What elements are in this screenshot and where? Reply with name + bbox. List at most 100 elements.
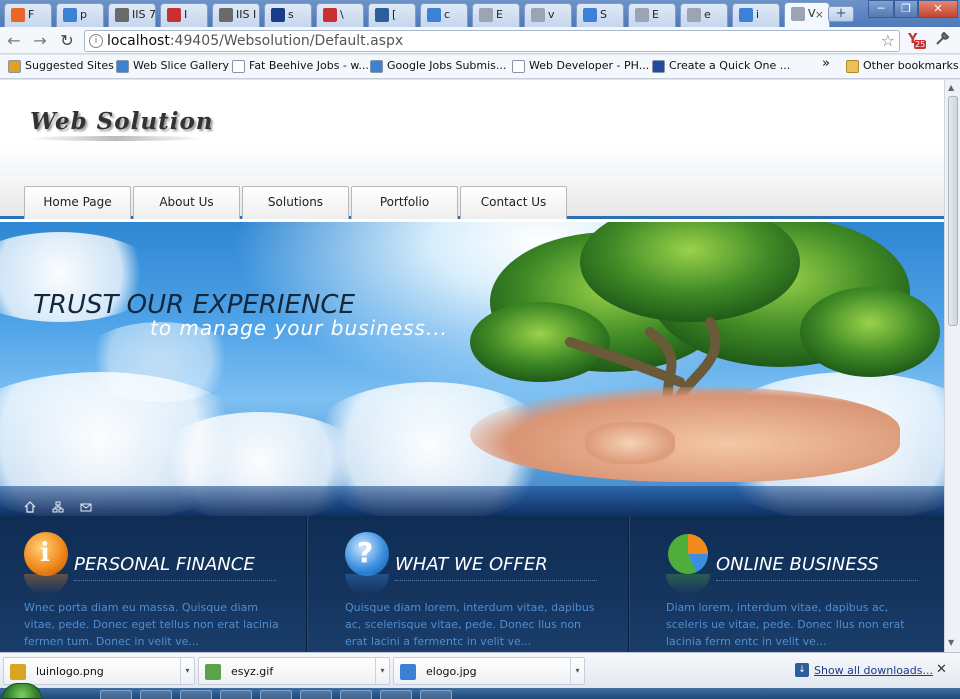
scroll-up-arrow[interactable]: ▲	[948, 83, 954, 92]
bookmark-item[interactable]: Web Developer - PH...	[512, 59, 649, 73]
download-item[interactable]: luinlogo.png ▾	[3, 657, 195, 685]
taskbar-button[interactable]	[140, 690, 172, 699]
close-window-button[interactable]: ✕	[918, 0, 958, 18]
taskbar-button[interactable]	[380, 690, 412, 699]
scroll-down-arrow[interactable]: ▼	[948, 638, 954, 647]
google-icon	[63, 8, 77, 22]
site-logo[interactable]: Web Solution	[30, 108, 214, 135]
browser-tab[interactable]: F	[4, 3, 52, 27]
tab-strip: Fp IIS 7 I IIS I s \ [c Ev S Ee i V × + ─ ❐ ✕	[0, 0, 960, 28]
bookmarks-bar: Suggested Sites Web Slice Gallery Fat Beeh…	[0, 55, 960, 79]
taskbar-button[interactable]	[180, 690, 212, 699]
tab-label: i	[756, 8, 760, 21]
plus-icon	[652, 59, 665, 73]
browser-window: Fp IIS 7 I IIS I s \ [c Ev S Ee i V × + ─ ❐ ✕ ← → ↻ …	[0, 0, 960, 699]
show-all-downloads-link[interactable]: Show all downloads...	[814, 664, 933, 677]
browser-tab[interactable]: v	[524, 3, 572, 27]
menu-about[interactable]: About Us	[133, 186, 240, 219]
bookmarks-overflow-button[interactable]: »	[822, 56, 830, 71]
browser-tab[interactable]: \	[316, 3, 364, 27]
download-menu-arrow[interactable]: ▾	[375, 658, 389, 684]
question-icon: ?	[345, 532, 389, 576]
page-info-icon[interactable]: i	[89, 34, 103, 48]
download-menu-arrow[interactable]: ▾	[180, 658, 194, 684]
main-menu: Home Page About Us Solutions Portfolio C…	[0, 176, 944, 219]
browser-tab[interactable]: e	[680, 3, 728, 27]
forward-button[interactable]: →	[30, 31, 50, 51]
browser-tab[interactable]: p	[56, 3, 104, 27]
tab-label: c	[444, 8, 451, 21]
image-file-icon	[10, 664, 26, 680]
page-viewport[interactable]: Web Solution Home Page About Us Solution…	[0, 80, 944, 652]
feature-title: WHAT WE OFFER	[395, 554, 548, 575]
address-bar[interactable]: i localhost:49405/Websolution/Default.as…	[84, 30, 900, 52]
book-icon	[167, 8, 181, 22]
pie-chart-icon	[666, 532, 710, 576]
taskbar-button[interactable]	[220, 690, 252, 699]
scroll-thumb[interactable]	[948, 96, 958, 326]
page-icon	[531, 8, 545, 22]
menu-home[interactable]: Home Page	[24, 186, 131, 219]
bookmark-item[interactable]: Fat Beehive Jobs - w...	[232, 59, 369, 73]
bookmark-star-icon[interactable]: ☆	[881, 31, 895, 51]
bookmark-item[interactable]: Create a Quick One ...	[652, 59, 790, 73]
menu-portfolio[interactable]: Portfolio	[351, 186, 458, 219]
close-tab-icon[interactable]: ×	[815, 8, 824, 21]
browser-tab[interactable]: E	[628, 3, 676, 27]
feature-text: Quisque diam lorem, interdum vitae, dapi…	[345, 601, 595, 648]
new-tab-button[interactable]: +	[828, 6, 854, 22]
browser-tab[interactable]: I	[160, 3, 208, 27]
back-button[interactable]: ←	[4, 31, 24, 51]
close-shelf-button[interactable]: ✕	[936, 662, 947, 677]
download-menu-arrow[interactable]: ▾	[570, 658, 584, 684]
feature-text: Wnec porta diam eu massa. Quisque diam v…	[24, 601, 279, 648]
taskbar-button[interactable]	[420, 690, 452, 699]
home-icon[interactable]	[24, 501, 36, 513]
hero-icon-strip	[0, 486, 944, 516]
browser-tab[interactable]: IIS 7	[108, 3, 156, 27]
taskbar-button[interactable]	[100, 690, 132, 699]
reload-button[interactable]: ↻	[57, 31, 77, 51]
menu-solutions[interactable]: Solutions	[242, 186, 349, 219]
taskbar-button[interactable]	[260, 690, 292, 699]
bookmark-label: Google Jobs Submis...	[387, 59, 507, 72]
feature-online-business: ONLINE BUSINESS Diam lorem, interdum vit…	[642, 516, 944, 652]
taskbar-button[interactable]	[300, 690, 332, 699]
logo-shadow	[26, 136, 206, 141]
browser-tab[interactable]: i	[732, 3, 780, 27]
sitemap-icon[interactable]	[52, 501, 64, 513]
tab-label: p	[80, 8, 87, 21]
minimize-button[interactable]: ─	[868, 0, 894, 18]
tree-illustration	[470, 222, 940, 412]
taskbar-button[interactable]	[340, 690, 372, 699]
browser-tab[interactable]: E	[472, 3, 520, 27]
menu-contact[interactable]: Contact Us	[460, 186, 567, 219]
browser-tab[interactable]: c	[420, 3, 468, 27]
icon-reflection	[666, 574, 710, 594]
google-icon	[427, 8, 441, 22]
download-item[interactable]: esyz.gif ▾	[198, 657, 390, 685]
icon-reflection	[24, 574, 68, 594]
download-shelf: luinlogo.png ▾ esyz.gif ▾ elogo.jpg ▾ ↓ …	[0, 652, 960, 688]
browser-tab[interactable]: [	[368, 3, 416, 27]
bookmark-item[interactable]: Google Jobs Submis...	[370, 59, 506, 73]
extension-button[interactable]: Y 25	[906, 32, 927, 50]
tab-label: I	[184, 8, 188, 21]
browser-tab[interactable]: S	[576, 3, 624, 27]
page-icon	[512, 59, 525, 73]
other-bookmarks-label: Other bookmarks	[863, 59, 959, 72]
other-bookmarks[interactable]: Other bookmarks	[846, 59, 959, 73]
browser-tab[interactable]: V ×	[784, 2, 830, 28]
feature-rule	[74, 580, 276, 581]
tab-label: e	[704, 8, 711, 21]
vertical-scrollbar[interactable]: ▲ ▼	[944, 80, 960, 652]
browser-tab[interactable]: s	[264, 3, 312, 27]
download-item[interactable]: elogo.jpg ▾	[393, 657, 585, 685]
browser-tab[interactable]: IIS I	[212, 3, 260, 27]
mail-icon[interactable]	[80, 501, 92, 513]
bookmark-item[interactable]: Web Slice Gallery	[116, 59, 229, 73]
bookmark-label: Create a Quick One ...	[669, 59, 791, 72]
restore-button[interactable]: ❐	[894, 0, 918, 18]
wrench-icon[interactable]	[934, 31, 950, 51]
bookmark-item[interactable]: Suggested Sites	[8, 59, 114, 73]
